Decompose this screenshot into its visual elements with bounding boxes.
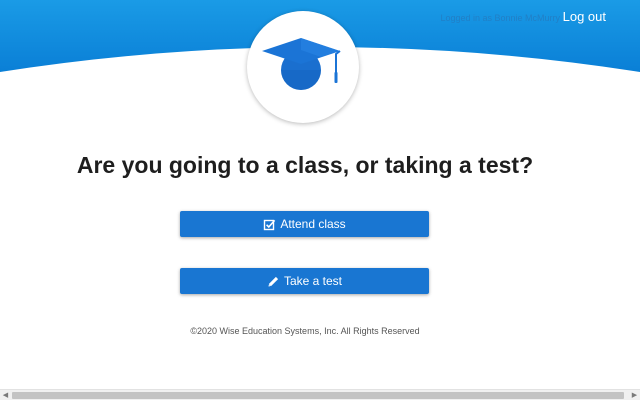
graduation-cap-icon <box>262 38 341 90</box>
scroll-left-arrow-icon[interactable]: ◀ <box>0 390 11 400</box>
logged-in-user-text: Logged in as Bonnie McMurry <box>440 13 560 23</box>
checkbox-icon <box>263 218 276 231</box>
logo <box>247 11 359 123</box>
page: Logged in as Bonnie McMurry Log out Are … <box>0 0 640 400</box>
pencil-icon <box>267 275 280 288</box>
copyright-text: ©2020 Wise Education Systems, Inc. All R… <box>190 326 420 336</box>
horizontal-scrollbar[interactable]: ◀ ▶ <box>0 389 640 400</box>
take-test-button[interactable]: Take a test <box>180 268 429 294</box>
attend-class-label: Attend class <box>280 217 346 231</box>
scroll-right-arrow-icon[interactable]: ▶ <box>629 390 640 400</box>
scrollbar-thumb[interactable] <box>12 392 624 399</box>
attend-class-button[interactable]: Attend class <box>180 211 429 237</box>
take-test-label: Take a test <box>283 274 343 288</box>
page-title: Are you going to a class, or taking a te… <box>76 152 534 178</box>
logout-link[interactable]: Log out <box>563 9 606 24</box>
